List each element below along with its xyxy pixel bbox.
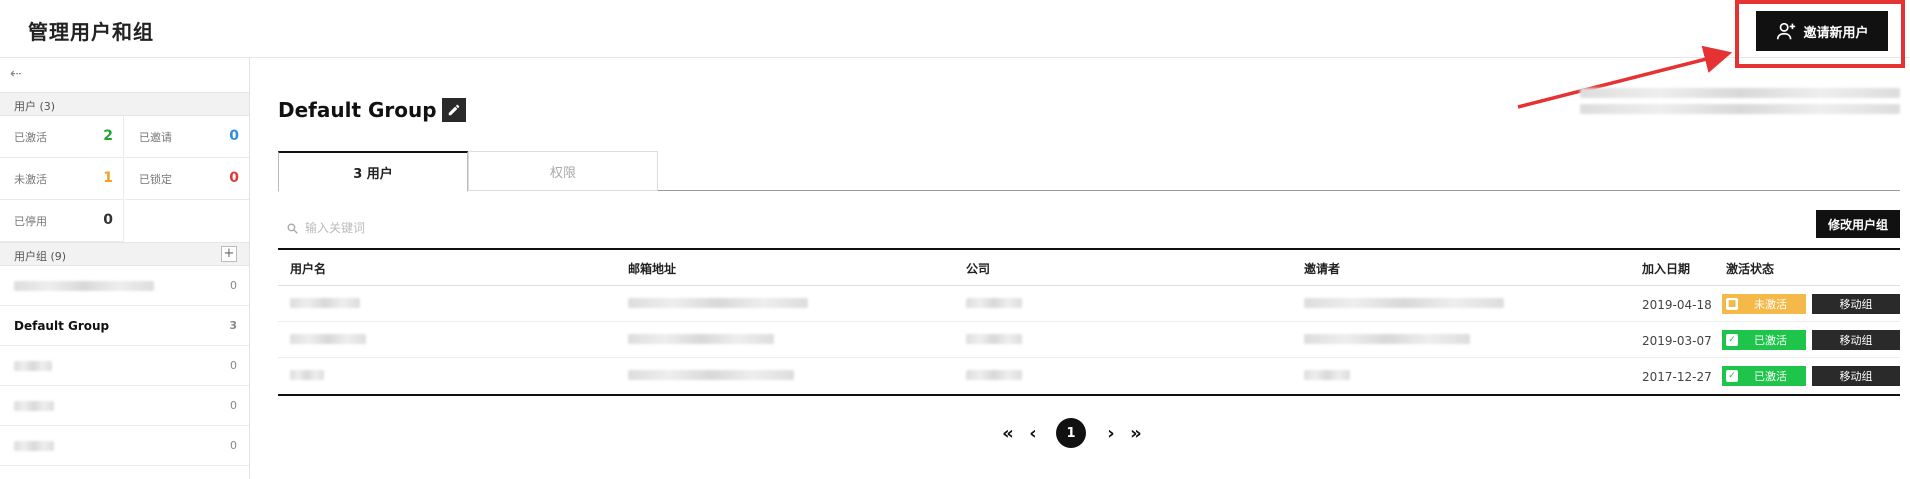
edit-group-button[interactable]: 修改用户组 xyxy=(1816,210,1900,238)
prev-page-icon[interactable]: ‹ xyxy=(1026,418,1040,448)
redacted-inviter xyxy=(1304,370,1350,380)
pagination: « ‹ 1 › » xyxy=(998,418,1198,448)
stat-inactive[interactable]: 未激活 1 xyxy=(0,158,124,200)
stat-label: 已邀请 xyxy=(139,130,172,144)
sidebar-group-item[interactable]: 0 xyxy=(0,426,249,466)
collapse-sidebar-icon[interactable]: ⇠ xyxy=(10,66,30,82)
move-group-button[interactable]: 移动组 xyxy=(1812,330,1900,350)
group-name: Default Group xyxy=(14,318,110,333)
check-icon: ✓ xyxy=(1726,370,1738,382)
redacted-company xyxy=(966,370,1022,380)
tab-permissions[interactable]: 权限 xyxy=(468,151,658,191)
invite-user-button[interactable]: 邀请新用户 xyxy=(1756,11,1888,51)
status-badge: ✓ 已激活 xyxy=(1722,366,1806,386)
annotation-arrow xyxy=(1517,45,1733,109)
group-count: 3 xyxy=(229,319,237,332)
redacted-email xyxy=(628,334,774,344)
status-badge: ✓ 已激活 xyxy=(1722,330,1806,350)
add-group-icon[interactable]: + xyxy=(221,246,237,262)
sidebar-group-item[interactable]: 0 xyxy=(0,346,249,386)
invite-user-label: 邀请新用户 xyxy=(1803,25,1869,41)
status-badge: ■ 未激活 xyxy=(1722,294,1806,314)
redacted-company xyxy=(966,334,1022,344)
move-group-button[interactable]: 移动组 xyxy=(1812,366,1900,386)
stat-disabled[interactable]: 已停用 0 xyxy=(0,200,124,242)
stat-value: 1 xyxy=(103,170,113,186)
column-status: 激活状态 xyxy=(1726,262,1775,276)
group-count: 0 xyxy=(230,439,237,452)
stat-invited[interactable]: 已邀请 0 xyxy=(125,116,249,158)
stat-locked[interactable]: 已锁定 0 xyxy=(125,158,249,200)
group-count: 0 xyxy=(230,359,237,372)
users-section-header: 用户 (3) xyxy=(0,92,249,116)
pencil-icon xyxy=(448,104,460,116)
stat-value: 2 xyxy=(103,128,113,144)
groups-section-label: 用户组 (9) xyxy=(14,250,67,263)
stat-label: 已激活 xyxy=(14,130,47,144)
search-icon xyxy=(287,222,298,234)
redacted-inviter xyxy=(1304,334,1470,344)
sidebar-group-item[interactable]: 0 xyxy=(0,386,249,426)
stat-activated[interactable]: 已激活 2 xyxy=(0,116,124,158)
stat-value: 0 xyxy=(229,170,239,186)
add-user-icon xyxy=(1777,22,1796,40)
column-username: 用户名 xyxy=(290,262,327,276)
column-company: 公司 xyxy=(966,262,991,276)
sidebar: ⇠ 用户 (3) 已激活 2 已邀请 0 未激活 1 已锁定 0 已停用 0 用… xyxy=(0,58,250,479)
redacted-description xyxy=(1580,88,1900,114)
status-label: 已激活 xyxy=(1754,334,1787,347)
redacted-username xyxy=(290,370,324,380)
sidebar-group-item-default[interactable]: Default Group 3 xyxy=(0,306,249,346)
group-title: Default Group xyxy=(278,98,437,122)
join-date: 2019-03-07 xyxy=(1642,334,1712,348)
stat-label: 未激活 xyxy=(14,172,47,186)
stat-value: 0 xyxy=(103,212,113,228)
table-row[interactable]: 2017-12-27 ✓ 已激活 移动组 xyxy=(278,358,1900,394)
first-page-icon[interactable]: « xyxy=(998,418,1018,448)
last-page-icon[interactable]: » xyxy=(1126,418,1146,448)
redacted-email xyxy=(628,298,808,308)
page-number-current[interactable]: 1 xyxy=(1056,418,1086,448)
tab-users[interactable]: 3 用户 xyxy=(278,151,468,192)
top-bar: 管理用户和组 xyxy=(0,0,1910,58)
edit-group-name-button[interactable] xyxy=(442,98,466,122)
stat-value: 0 xyxy=(229,128,239,144)
status-label: 未激活 xyxy=(1754,298,1787,311)
tab-bar: 3 用户 权限 xyxy=(278,151,1900,192)
join-date: 2019-04-18 xyxy=(1642,298,1712,312)
stat-label: 已锁定 xyxy=(139,172,172,186)
redacted-company xyxy=(966,298,1022,308)
page-title: 管理用户和组 xyxy=(28,20,154,44)
search-input[interactable] xyxy=(305,221,565,235)
pending-icon: ■ xyxy=(1726,298,1738,310)
column-inviter: 邀请者 xyxy=(1304,262,1341,276)
status-label: 已激活 xyxy=(1754,370,1787,383)
column-join-date: 加入日期 xyxy=(1642,262,1691,276)
users-table: 用户名 邮箱地址 公司 邀请者 加入日期 激活状态 2019-04-18 ■ 未… xyxy=(278,248,1900,396)
table-row[interactable]: 2019-03-07 ✓ 已激活 移动组 xyxy=(278,322,1900,358)
redacted-group-name xyxy=(14,280,154,291)
check-icon: ✓ xyxy=(1726,334,1738,346)
move-group-button[interactable]: 移动组 xyxy=(1812,294,1900,314)
redacted-username xyxy=(290,334,366,344)
redacted-group-name xyxy=(14,400,54,411)
next-page-icon[interactable]: › xyxy=(1104,418,1118,448)
group-count: 0 xyxy=(230,399,237,412)
join-date: 2017-12-27 xyxy=(1642,370,1712,384)
groups-section-header: 用户组 (9) + xyxy=(0,242,249,266)
search-bar xyxy=(286,218,586,238)
table-row[interactable]: 2019-04-18 ■ 未激活 移动组 xyxy=(278,286,1900,322)
redacted-username xyxy=(290,298,360,308)
group-count: 0 xyxy=(230,279,237,292)
column-email: 邮箱地址 xyxy=(628,262,677,276)
redacted-group-name xyxy=(14,440,54,451)
users-section-label: 用户 (3) xyxy=(14,100,56,113)
redacted-inviter xyxy=(1304,298,1504,308)
redacted-email xyxy=(628,370,794,380)
sidebar-group-item[interactable]: 0 xyxy=(0,266,249,306)
table-header: 用户名 邮箱地址 公司 邀请者 加入日期 激活状态 xyxy=(278,250,1900,286)
redacted-group-name xyxy=(14,360,52,371)
stat-label: 已停用 xyxy=(14,214,47,228)
